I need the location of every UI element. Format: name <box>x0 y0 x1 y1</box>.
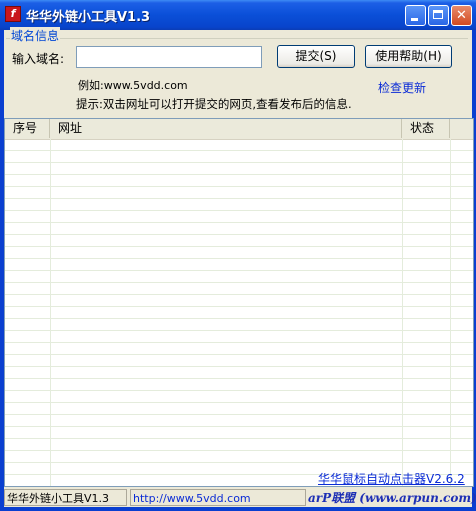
domain-label: 输入域名: <box>12 52 65 66</box>
group-title: 域名信息 <box>10 27 61 44</box>
list-header: 序号 网址 状态 <box>5 119 473 140</box>
column-header-status[interactable]: 状态 <box>402 119 450 138</box>
status-bar: 华华外链小工具V1.3 http://www.5vdd.com arP联盟 (w… <box>4 488 476 507</box>
maximize-button[interactable] <box>428 5 449 26</box>
mouse-clicker-link[interactable]: 华华鼠标自动点击器V2.6.2 <box>318 470 465 487</box>
grid-line <box>50 139 51 486</box>
status-app-name: 华华外链小工具V1.3 <box>4 489 127 506</box>
hint-text: 提示:双击网址可以打开提交的网页,查看发布后的信息. <box>76 97 352 111</box>
column-header-url[interactable]: 网址 <box>50 119 402 138</box>
url-list[interactable]: 序号 网址 状态 <box>4 118 474 487</box>
client-area: 域名信息 输入域名: 提交(S) 使用帮助(H) 例如:www.5vdd.com… <box>4 27 476 507</box>
title-bar[interactable]: f 华华外链小工具V1.3 <box>0 0 476 30</box>
grid-line <box>450 139 451 486</box>
grid-line <box>402 139 403 486</box>
status-url-link[interactable]: http://www.5vdd.com <box>130 489 306 506</box>
window-title: 华华外链小工具V1.3 <box>26 10 151 25</box>
domain-example: 例如:www.5vdd.com <box>78 79 188 92</box>
arpun-logo[interactable]: arP联盟 (www.arpun.com) <box>308 489 476 506</box>
close-button[interactable] <box>451 5 472 26</box>
minimize-button[interactable] <box>405 5 426 26</box>
check-update-link[interactable]: 检查更新 <box>378 79 426 96</box>
app-window: f 华华外链小工具V1.3 域名信息 输入域名: 提交(S) 使用帮助(H) 例… <box>0 0 476 511</box>
group-divider <box>6 38 468 39</box>
domain-input[interactable] <box>76 46 262 68</box>
column-header-seq[interactable]: 序号 <box>5 119 50 138</box>
flash-icon[interactable]: f <box>5 6 21 22</box>
list-body[interactable] <box>5 139 473 486</box>
help-button[interactable]: 使用帮助(H) <box>365 45 452 68</box>
submit-button[interactable]: 提交(S) <box>277 45 355 68</box>
